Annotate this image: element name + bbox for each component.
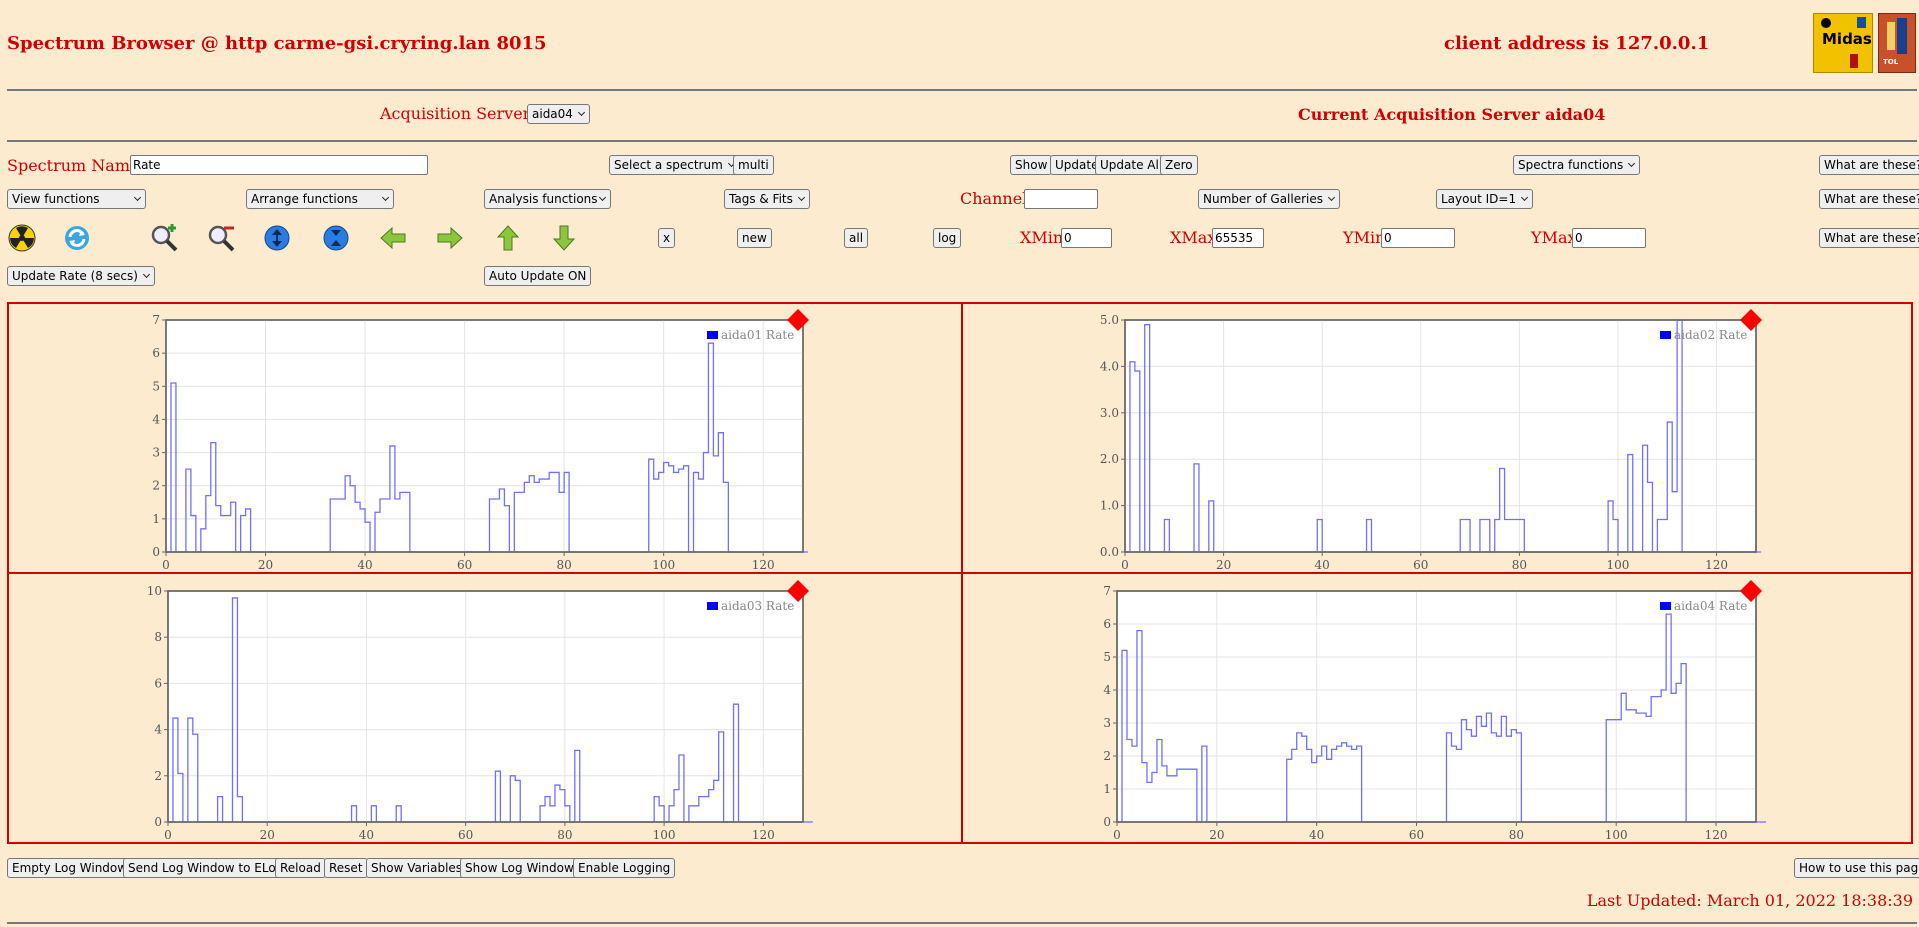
x-tick-label: 100	[653, 828, 676, 842]
x-tick-label: 60	[458, 828, 473, 842]
x-tick-label: 80	[556, 558, 571, 572]
y-tick-label: 10	[147, 584, 162, 598]
y-tick-label: 1.0	[1100, 499, 1119, 513]
y-tick-label: 8	[154, 630, 162, 644]
legend-swatch	[707, 602, 718, 610]
x-tick-label: 40	[1315, 558, 1330, 572]
x-tick-label: 0	[162, 558, 170, 572]
legend-swatch	[1660, 602, 1671, 610]
y-tick-label: 2	[1103, 749, 1111, 763]
y-tick-label: 4	[152, 412, 160, 426]
plot-area	[165, 319, 804, 553]
x-tick-label: 60	[1409, 828, 1424, 842]
y-tick-label: 5.0	[1100, 313, 1119, 327]
y-tick-label: 1	[152, 512, 160, 526]
reload-button[interactable]: Reload	[275, 858, 326, 878]
x-tick-label: 0	[164, 828, 172, 842]
x-tick-label: 120	[752, 558, 775, 572]
x-tick-label: 60	[457, 558, 472, 572]
x-tick-label: 0	[1121, 558, 1129, 572]
y-tick-label: 6	[154, 676, 162, 690]
y-tick-label: 6	[152, 346, 160, 360]
plot-area	[1124, 319, 1757, 553]
send-log-button[interactable]: Send Log Window to ELog	[123, 858, 289, 878]
show-variables-button[interactable]: Show Variables	[366, 858, 468, 878]
y-tick-label: 2	[154, 769, 162, 783]
x-tick-label: 20	[260, 828, 275, 842]
x-tick-label: 40	[357, 558, 372, 572]
y-tick-label: 5	[152, 379, 160, 393]
x-tick-label: 20	[1216, 558, 1231, 572]
x-tick-label: 120	[1705, 558, 1728, 572]
x-tick-label: 20	[1209, 828, 1224, 842]
last-updated: Last Updated: March 01, 2022 18:38:39	[1586, 891, 1913, 910]
y-tick-label: 0.0	[1100, 545, 1119, 559]
x-tick-label: 80	[1509, 828, 1524, 842]
legend-label: aida04 Rate	[1674, 599, 1747, 613]
legend-label: aida02 Rate	[1674, 328, 1747, 342]
plot-area	[1116, 590, 1757, 823]
legend-swatch	[1660, 331, 1671, 339]
x-tick-label: 100	[1607, 558, 1630, 572]
y-tick-label: 6	[1103, 617, 1111, 631]
legend-label: aida01 Rate	[721, 328, 794, 342]
x-tick-label: 40	[1309, 828, 1324, 842]
legend-swatch	[707, 331, 718, 339]
x-tick-label: 20	[258, 558, 273, 572]
plot-area	[167, 590, 804, 823]
x-tick-label: 60	[1413, 558, 1428, 572]
y-tick-label: 2	[152, 479, 160, 493]
x-tick-label: 100	[1605, 828, 1628, 842]
y-tick-label: 1	[1103, 782, 1111, 796]
y-tick-label: 3.0	[1100, 406, 1119, 420]
divider	[7, 922, 1917, 924]
y-tick-label: 0	[154, 815, 162, 829]
x-tick-label: 80	[557, 828, 572, 842]
y-tick-label: 0	[1103, 815, 1111, 829]
y-tick-label: 7	[152, 313, 160, 327]
spectrum-charts: 0 20 40 60 80 100 12001234567aida01 Rate0 20 40 6…	[147, 309, 1766, 842]
y-tick-label: 3	[1103, 716, 1111, 730]
y-tick-label: 4.0	[1100, 359, 1119, 373]
x-tick-label: 120	[752, 828, 775, 842]
x-tick-label: 40	[359, 828, 374, 842]
reset-button[interactable]: Reset	[324, 858, 368, 878]
x-tick-label: 100	[652, 558, 675, 572]
enable-logging-button[interactable]: Enable Logging	[573, 858, 676, 878]
y-tick-label: 4	[154, 723, 162, 737]
x-tick-label: 80	[1512, 558, 1527, 572]
y-tick-label: 3	[152, 446, 160, 460]
x-tick-label: 0	[1113, 828, 1121, 842]
x-tick-label: 120	[1705, 828, 1728, 842]
empty-log-button[interactable]: Empty Log Window	[7, 858, 133, 878]
how-to-use-button[interactable]: How to use this page	[1794, 858, 1919, 878]
y-tick-label: 2.0	[1100, 452, 1119, 466]
y-tick-label: 4	[1103, 683, 1111, 697]
y-tick-label: 5	[1103, 650, 1111, 664]
legend-label: aida03 Rate	[721, 599, 794, 613]
y-tick-label: 0	[152, 545, 160, 559]
show-log-button[interactable]: Show Log Window	[460, 858, 579, 878]
y-tick-label: 7	[1103, 584, 1111, 598]
